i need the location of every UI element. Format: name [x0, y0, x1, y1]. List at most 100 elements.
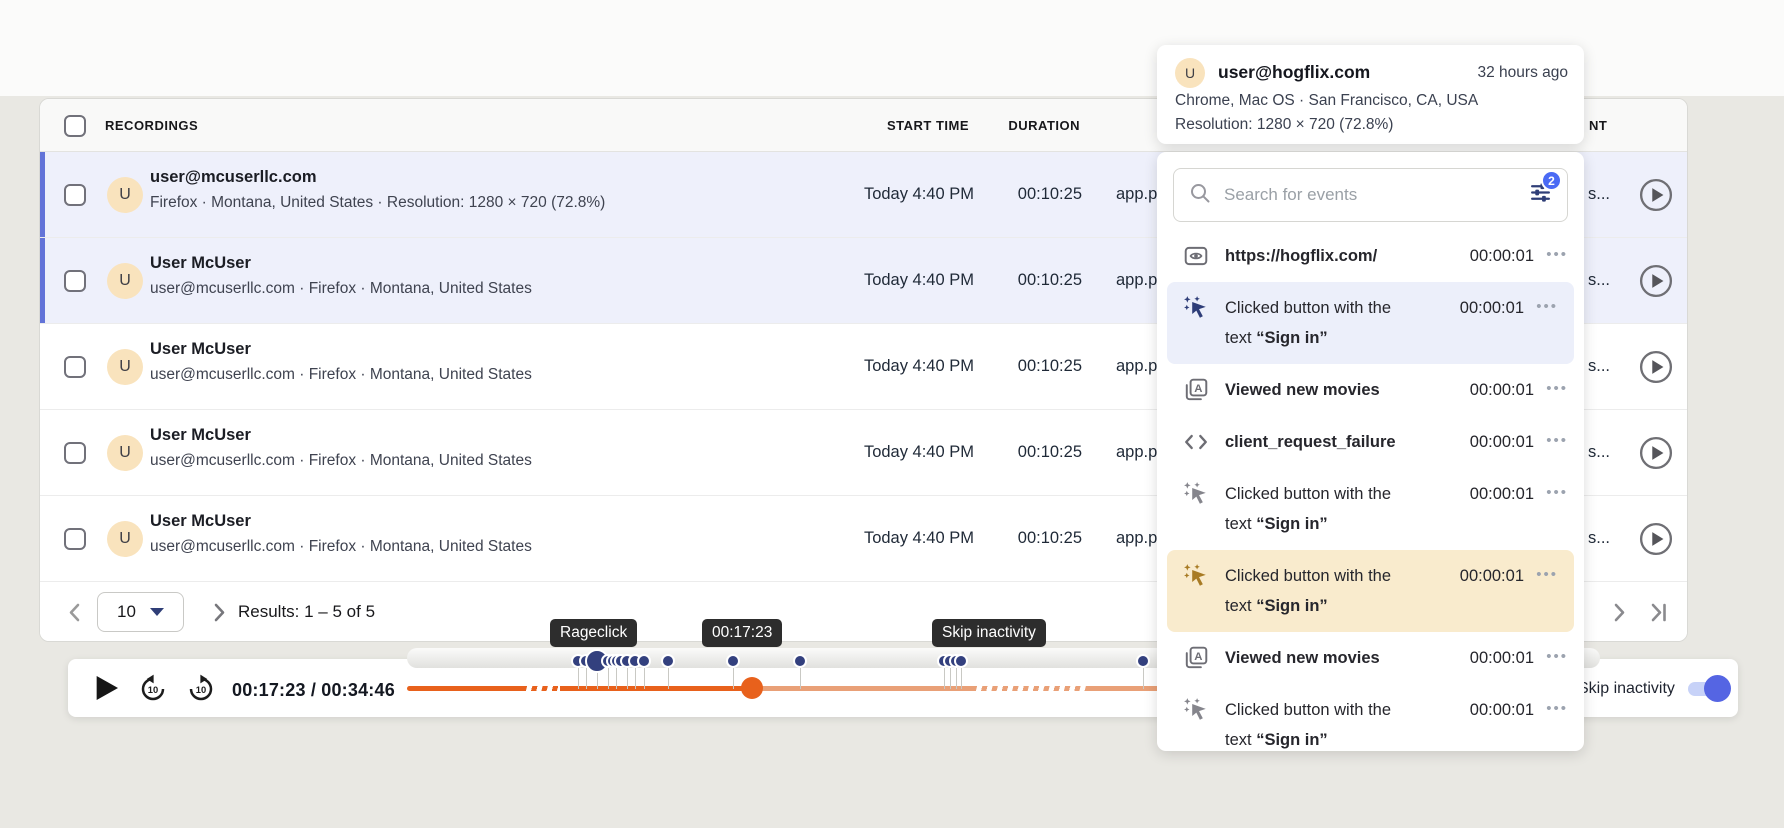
- session-meta-resolution: Resolution: 1280 × 720 (72.8%): [1175, 116, 1393, 134]
- event-menu-icon[interactable]: •••: [1524, 293, 1558, 321]
- recording-title: User McUser: [150, 426, 251, 445]
- filter-icon[interactable]: 2: [1528, 180, 1553, 210]
- svg-text:10: 10: [148, 685, 158, 695]
- pageview-icon: [1183, 243, 1209, 269]
- row-checkbox[interactable]: [64, 356, 86, 378]
- events-next-icon[interactable]: [1607, 600, 1632, 625]
- timeline-event-marker[interactable]: [726, 654, 740, 668]
- event-row[interactable]: https://hogflix.com/ 00:00:01 •••: [1157, 230, 1584, 282]
- playhead-time-tooltip: 00:17:23: [702, 619, 782, 647]
- recording-subtitle: user@mcuserllc.com · Firefox · Montana, …: [150, 366, 532, 384]
- chevron-down-icon: [150, 608, 164, 616]
- url-cell: app.p: [1116, 443, 1157, 462]
- start-time-cell: Today 4:40 PM: [864, 357, 974, 376]
- session-meta-browser-location: Chrome, Mac OS · San Francisco, CA, USA: [1175, 92, 1478, 110]
- event-label: Clicked button with the text “Sign in”: [1225, 479, 1421, 539]
- column-header-recordings: RECORDINGS: [105, 118, 198, 133]
- rewind-10-icon[interactable]: 10: [138, 674, 168, 704]
- event-menu-icon[interactable]: •••: [1534, 479, 1568, 507]
- timeline-event-marker[interactable]: [954, 654, 968, 668]
- play-recording-button[interactable]: [1639, 264, 1673, 298]
- recording-subtitle: user@mcuserllc.com · Firefox · Montana, …: [150, 280, 532, 298]
- session-user-card: U user@hogflix.com 32 hours ago Chrome, …: [1157, 45, 1584, 144]
- event-menu-icon[interactable]: •••: [1534, 695, 1568, 723]
- column-header-duration: DURATION: [1008, 118, 1080, 133]
- code-event-icon: [1183, 429, 1209, 455]
- event-menu-icon[interactable]: •••: [1534, 375, 1568, 403]
- recording-title: User McUser: [150, 512, 251, 531]
- search-input[interactable]: [1224, 185, 1516, 205]
- svg-text:A: A: [1194, 651, 1202, 663]
- play-recording-button[interactable]: [1639, 436, 1673, 470]
- event-row[interactable]: client_request_failure 00:00:01 •••: [1157, 416, 1584, 468]
- seekbar-inactivity-remaining[interactable]: [972, 686, 1090, 691]
- event-menu-icon[interactable]: •••: [1534, 241, 1568, 269]
- event-row[interactable]: Clicked button with the text “Sign in” 0…: [1157, 684, 1584, 751]
- truncated-cell: s...: [1588, 185, 1610, 204]
- playhead[interactable]: [741, 677, 763, 699]
- event-row[interactable]: Clicked button with the text “Sign in” 0…: [1157, 468, 1584, 550]
- events-panel: 2 https://hogflix.com/ 00:00:01 ••• Clic…: [1157, 152, 1584, 751]
- autocapture-click-icon: [1183, 481, 1209, 507]
- previous-page-icon[interactable]: [63, 600, 88, 625]
- play-recording-button[interactable]: [1639, 522, 1673, 556]
- svg-text:10: 10: [196, 685, 206, 695]
- next-page-icon[interactable]: [207, 600, 232, 625]
- recording-title: User McUser: [150, 254, 251, 273]
- event-row-active[interactable]: Clicked button with the text “Sign in” 0…: [1167, 282, 1574, 364]
- forward-10-icon[interactable]: 10: [186, 674, 216, 704]
- seekbar-played[interactable]: [560, 686, 752, 691]
- url-cell: app.p: [1116, 529, 1157, 548]
- timeline-event-marker[interactable]: [637, 654, 651, 668]
- play-recording-button[interactable]: [1639, 350, 1673, 384]
- event-menu-icon[interactable]: •••: [1524, 561, 1558, 589]
- truncated-cell: s...: [1588, 357, 1610, 376]
- event-row[interactable]: A Viewed new movies 00:00:01 •••: [1157, 632, 1584, 684]
- play-button[interactable]: [90, 672, 122, 704]
- start-time-cell: Today 4:40 PM: [864, 529, 974, 548]
- custom-event-icon: A: [1183, 377, 1209, 403]
- results-count-label: Results: 1 – 5 of 5: [238, 602, 375, 622]
- playback-time-display: 00:17:23 / 00:34:46: [232, 680, 395, 701]
- page-size-dropdown[interactable]: 10: [97, 592, 184, 632]
- svg-text:A: A: [1194, 383, 1202, 395]
- row-checkbox[interactable]: [64, 184, 86, 206]
- truncated-cell: s...: [1588, 443, 1610, 462]
- start-time-cell: Today 4:40 PM: [864, 185, 974, 204]
- column-header-truncated: NT: [1589, 118, 1607, 133]
- avatar: U: [107, 177, 143, 213]
- column-header-start-time: START TIME: [887, 118, 969, 133]
- play-recording-button[interactable]: [1639, 178, 1673, 212]
- seekbar-played[interactable]: [407, 686, 522, 691]
- timeline-event-marker[interactable]: [793, 654, 807, 668]
- row-checkbox[interactable]: [64, 528, 86, 550]
- duration-cell: 00:10:25: [1018, 443, 1082, 462]
- truncated-cell: s...: [1588, 271, 1610, 290]
- event-time: 00:00:01: [1470, 241, 1534, 271]
- event-row[interactable]: A Viewed new movies 00:00:01 •••: [1157, 364, 1584, 416]
- event-menu-icon[interactable]: •••: [1534, 643, 1568, 671]
- event-row-highlighted[interactable]: Clicked button with the text “Sign in” 0…: [1167, 550, 1574, 632]
- timeline-event-marker[interactable]: [1136, 654, 1150, 668]
- event-label: Clicked button with the text “Sign in”: [1225, 293, 1421, 353]
- row-checkbox[interactable]: [64, 442, 86, 464]
- skip-inactivity-label: Skip inactivity: [1578, 680, 1675, 698]
- duration-cell: 00:10:25: [1018, 357, 1082, 376]
- url-cell: app.p: [1116, 357, 1157, 376]
- event-time: 00:00:01: [1470, 643, 1534, 673]
- seekbar-remaining[interactable]: [752, 686, 972, 691]
- seekbar-inactivity-played[interactable]: [522, 686, 560, 691]
- row-checkbox[interactable]: [64, 270, 86, 292]
- autocapture-click-icon: [1183, 563, 1209, 589]
- events-last-icon[interactable]: [1646, 600, 1671, 625]
- timeline-event-marker[interactable]: [661, 654, 675, 668]
- event-search-box[interactable]: 2: [1173, 168, 1568, 222]
- page-size-value: 10: [117, 602, 136, 622]
- skip-inactivity-toggle[interactable]: [1688, 682, 1728, 696]
- select-all-checkbox[interactable]: [64, 115, 86, 137]
- event-time: 00:00:01: [1460, 293, 1524, 323]
- avatar: U: [107, 349, 143, 385]
- event-label: Viewed new movies: [1225, 375, 1380, 405]
- event-menu-icon[interactable]: •••: [1534, 427, 1568, 455]
- recording-title: user@mcuserllc.com: [150, 168, 317, 187]
